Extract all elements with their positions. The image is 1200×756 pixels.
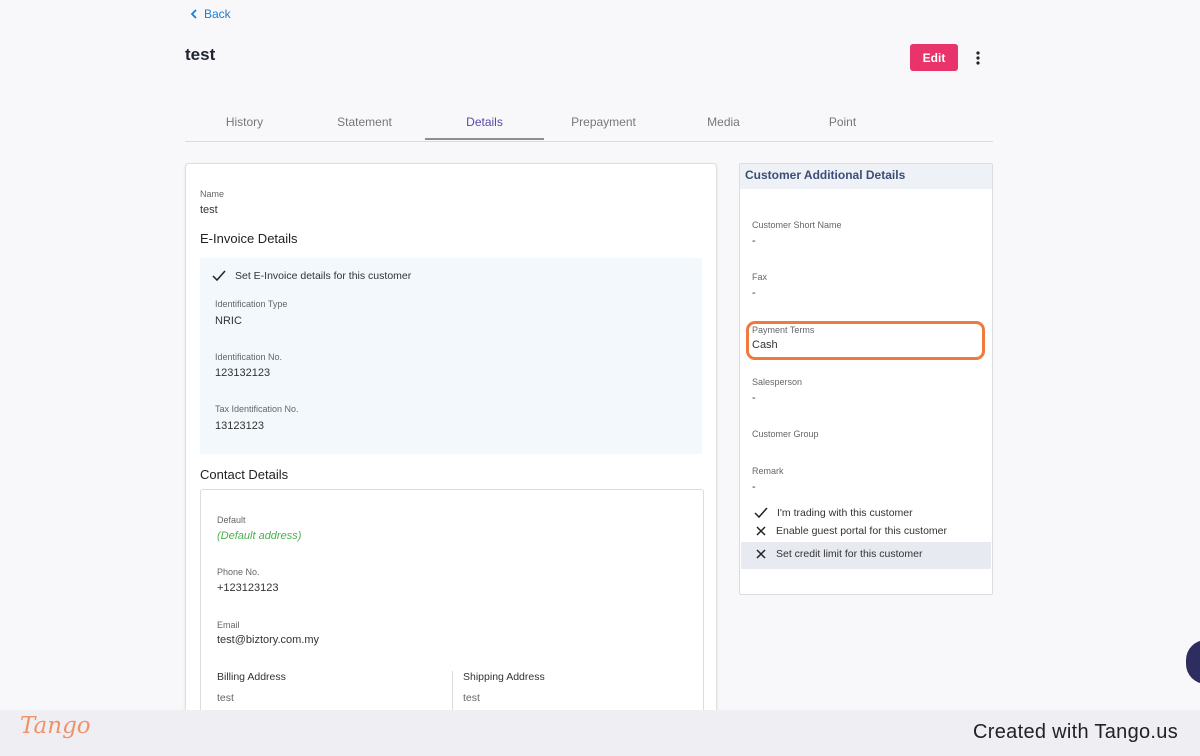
check-icon xyxy=(754,507,768,519)
tab-history[interactable]: History xyxy=(185,110,304,140)
chat-fab-button[interactable] xyxy=(1186,640,1200,684)
fax-label: Fax xyxy=(752,272,768,282)
einvoice-title: E-Invoice Details xyxy=(200,231,298,246)
trading-label: I'm trading with this customer xyxy=(777,507,913,519)
id-no-label: Identification No. xyxy=(215,352,283,362)
einvoice-checkbox[interactable]: Set E-Invoice details for this customer xyxy=(212,270,411,282)
additional-details-panel: Customer Additional Details Customer Sho… xyxy=(739,163,993,595)
tax-id-label: Tax Identification No. xyxy=(215,404,299,414)
details-card: Name test E-Invoice Details Set E-Invoic… xyxy=(185,163,717,731)
created-with-text: Created with Tango.us xyxy=(973,721,1178,743)
shipping-address-label: Shipping Address xyxy=(463,671,545,683)
id-no-value: 123132123 xyxy=(215,367,271,379)
additional-details-title: Customer Additional Details xyxy=(740,164,992,189)
id-type-label: Identification Type xyxy=(215,299,288,309)
chevron-left-icon xyxy=(190,9,197,19)
edit-button[interactable]: Edit xyxy=(910,44,958,71)
id-type-value: NRIC xyxy=(215,315,242,327)
fax-value: - xyxy=(752,287,756,299)
default-label: Default xyxy=(217,515,246,525)
einvoice-check-label: Set E-Invoice details for this customer xyxy=(235,270,412,282)
back-label: Back xyxy=(204,7,231,21)
close-icon xyxy=(756,526,766,536)
more-options-icon[interactable] xyxy=(967,45,989,71)
tab-point[interactable]: Point xyxy=(783,110,902,140)
credit-limit-row: Set credit limit for this customer xyxy=(741,542,991,569)
remark-label: Remark xyxy=(752,466,784,476)
phone-value: +123123123 xyxy=(217,582,279,594)
customer-group-label: Customer Group xyxy=(752,429,819,439)
tax-id-value: 13123123 xyxy=(215,420,264,432)
contact-title: Contact Details xyxy=(200,467,289,482)
page-title: test xyxy=(185,45,216,64)
short-name-label: Customer Short Name xyxy=(752,220,842,230)
phone-label: Phone No. xyxy=(217,567,260,577)
default-address-value: (Default address) xyxy=(217,530,302,542)
guest-portal-label: Enable guest portal for this customer xyxy=(776,525,948,537)
guest-portal-toggle[interactable]: Enable guest portal for this customer xyxy=(755,525,947,537)
credit-limit-label: Set credit limit for this customer xyxy=(776,548,923,560)
tab-media[interactable]: Media xyxy=(664,110,783,140)
contact-panel: Default (Default address) Phone No. +123… xyxy=(200,489,704,731)
tango-logo: Tango xyxy=(20,713,91,739)
credit-limit-toggle[interactable]: Set credit limit for this customer xyxy=(755,548,922,560)
back-link[interactable]: Back xyxy=(190,7,231,21)
tab-prepayment[interactable]: Prepayment xyxy=(544,110,663,140)
email-value: test@biztory.com.my xyxy=(217,634,320,646)
tab-details[interactable]: Details xyxy=(425,110,544,140)
name-label: Name xyxy=(200,189,225,199)
email-label: Email xyxy=(217,620,240,630)
trading-toggle[interactable]: I'm trading with this customer xyxy=(754,507,913,519)
einvoice-panel: Set E-Invoice details for this customer … xyxy=(200,258,702,454)
check-icon xyxy=(212,270,226,282)
billing-address-value: test xyxy=(217,692,234,704)
remark-value: - xyxy=(752,481,756,493)
short-name-value: - xyxy=(752,235,756,247)
salesperson-value: - xyxy=(752,392,756,404)
billing-address-label: Billing Address xyxy=(217,671,286,683)
payment-terms-highlight xyxy=(746,321,985,360)
salesperson-label: Salesperson xyxy=(752,377,803,387)
tab-bar: History Statement Details Prepayment Med… xyxy=(185,110,993,142)
name-value: test xyxy=(200,204,218,216)
close-icon xyxy=(756,549,766,559)
tab-statement[interactable]: Statement xyxy=(305,110,424,140)
shipping-address-value: test xyxy=(463,692,480,704)
